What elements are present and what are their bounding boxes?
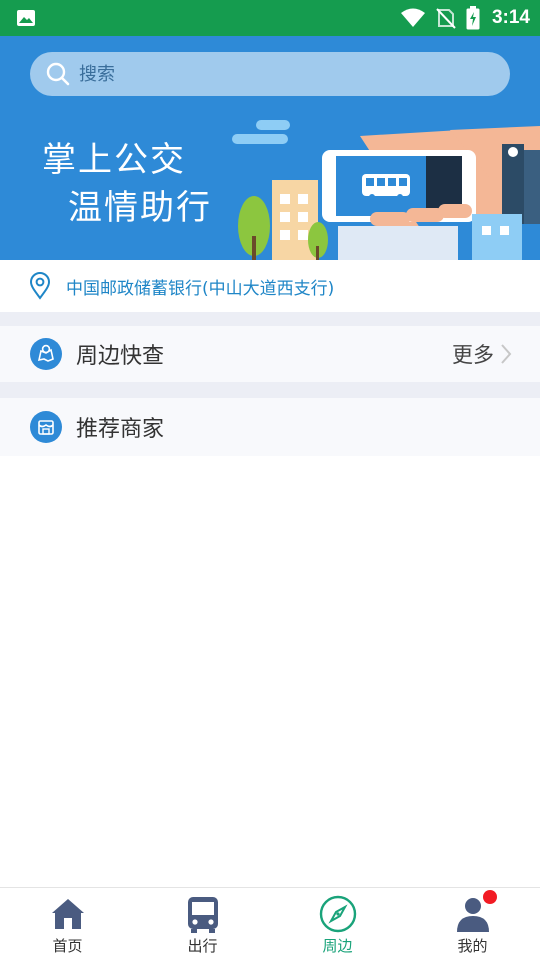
- chevron-right-icon: [501, 344, 512, 364]
- notification-badge: [483, 890, 497, 904]
- store-icon: [30, 411, 62, 443]
- location-pin-icon: [29, 272, 51, 300]
- section-title-nearby: 周边快查: [76, 344, 165, 369]
- search-input[interactable]: [77, 62, 481, 86]
- more-label: 更多: [452, 343, 494, 367]
- nav-item-nearby[interactable]: 周边: [270, 888, 405, 960]
- nav-label-mine: 我的: [457, 937, 488, 955]
- more-link[interactable]: 更多: [452, 339, 512, 369]
- map-search-icon: [30, 338, 62, 370]
- nav-item-travel[interactable]: 出行: [135, 888, 270, 960]
- search-bar[interactable]: [30, 52, 510, 96]
- section-recommended: 推荐商家: [0, 398, 540, 456]
- nav-label-nearby: 周边: [322, 937, 353, 955]
- banner-illustration: [232, 120, 540, 260]
- banner-slogan-line2: 温情助行: [68, 188, 212, 228]
- wifi-icon: [400, 8, 425, 27]
- nav-label-travel: 出行: [187, 937, 218, 955]
- no-sim-icon: [436, 8, 456, 29]
- battery-charging-icon: [466, 6, 480, 30]
- bus-icon: [187, 897, 218, 933]
- search-icon: [46, 62, 70, 86]
- bottom-nav: 首页 出行 周边 我的: [0, 887, 540, 960]
- clock: 3:14: [491, 7, 530, 28]
- compass-icon: [319, 895, 356, 933]
- divider: [0, 382, 540, 398]
- location-text: 中国邮政储蓄银行(中山大道西支行): [66, 278, 335, 299]
- nav-item-home[interactable]: 首页: [0, 888, 135, 960]
- status-right: 3:14: [400, 0, 530, 36]
- current-location-bar[interactable]: 中国邮政储蓄银行(中山大道西支行): [0, 260, 540, 312]
- nav-label-home: 首页: [52, 937, 83, 955]
- home-icon: [51, 899, 84, 929]
- nav-item-mine[interactable]: 我的: [405, 888, 540, 960]
- banner-slogan-line1: 掌上公交: [42, 140, 186, 180]
- status-bar: 3:14: [0, 0, 540, 36]
- divider: [0, 312, 540, 326]
- banner: 掌上公交 温情助行: [0, 36, 540, 260]
- section-title-recommended: 推荐商家: [76, 417, 165, 442]
- section-nearby: 周边快查 更多: [0, 326, 540, 382]
- image-icon: [17, 10, 35, 26]
